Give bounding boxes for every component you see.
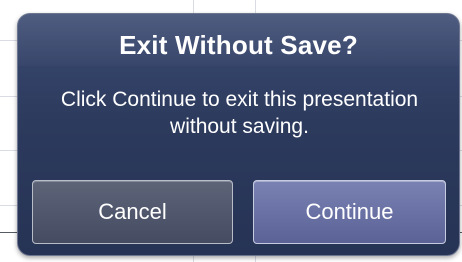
dialog-message: Click Continue to exit this presentation… (60, 88, 419, 138)
cancel-button[interactable]: Cancel (32, 180, 233, 244)
exit-without-save-dialog: Exit Without Save? Click Continue to exi… (17, 13, 460, 256)
dialog-title: Exit Without Save? (119, 30, 358, 60)
continue-button[interactable]: Continue (253, 180, 446, 244)
